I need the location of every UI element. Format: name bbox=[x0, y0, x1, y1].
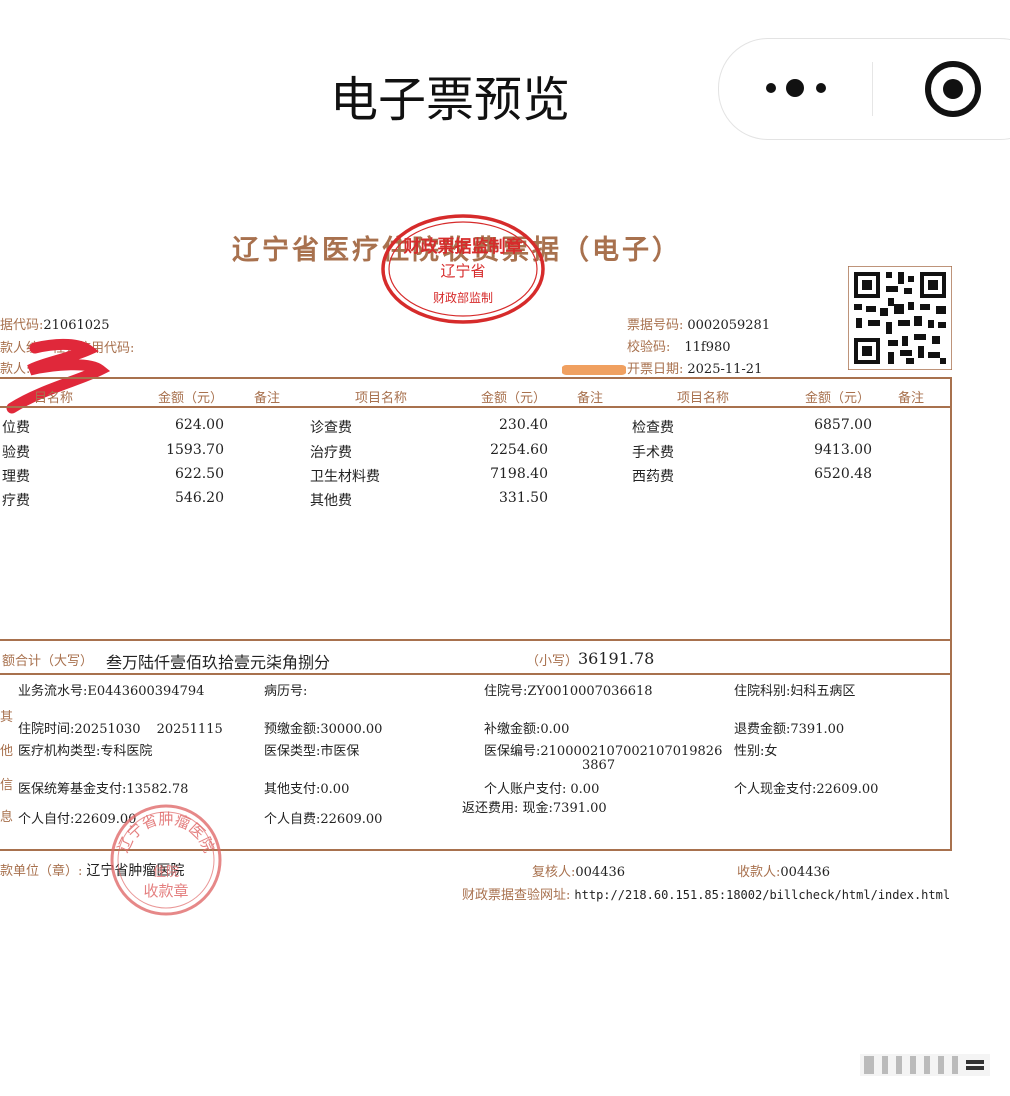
svg-text:住院: 住院 bbox=[153, 865, 179, 880]
total-small-value: 36191.78 bbox=[578, 649, 655, 668]
item-name: 理费 bbox=[2, 469, 30, 485]
insurance-no-cont: 3867 bbox=[582, 758, 616, 773]
header-item-name: 项目名称 bbox=[677, 391, 730, 406]
item-name: 疗费 bbox=[2, 493, 30, 509]
svg-text:财政部监制: 财政部监制 bbox=[433, 290, 493, 305]
header-amount: 金额（元） bbox=[481, 391, 547, 406]
item-name: 验费 bbox=[2, 445, 30, 461]
system-bar-icon bbox=[860, 1054, 990, 1076]
svg-text:辽宁省肿瘤医院: 辽宁省肿瘤医院 bbox=[114, 810, 218, 855]
admission-row: 住院号:ZY0010007036618 bbox=[484, 684, 653, 699]
verify-url-row: 财政票据查验网址: http://218.60.151.85:18002/bill… bbox=[462, 888, 951, 903]
item-amount: 230.40 bbox=[499, 417, 548, 433]
more-dots-icon[interactable] bbox=[760, 78, 830, 98]
insurance-no-row: 医保编号:210000210700210701982​6 bbox=[484, 744, 723, 759]
serial-row: 业务流水号:E0443600394794 bbox=[18, 684, 205, 699]
total-uppercase-label: 额合计（大写） bbox=[2, 654, 94, 669]
bill-number-label: 票据号码: bbox=[627, 318, 684, 333]
bill-code-value: 21061025 bbox=[43, 318, 110, 333]
check-code-label: 校验码: bbox=[627, 340, 671, 355]
item-name: 检查费 bbox=[632, 420, 674, 436]
svg-text:财政票据监制章: 财政票据监制章 bbox=[403, 236, 523, 257]
item-amount: 7198.40 bbox=[490, 466, 548, 482]
item-name: 位费 bbox=[2, 420, 30, 436]
svg-text:收款章: 收款章 bbox=[143, 882, 188, 900]
item-name: 西药费 bbox=[632, 469, 674, 485]
side-char: 他 bbox=[0, 744, 14, 759]
item-amount: 624.00 bbox=[175, 417, 224, 433]
bill-number-value: 0002059281 bbox=[687, 318, 771, 333]
item-name: 治疗费 bbox=[310, 445, 352, 461]
header-note: 备注 bbox=[898, 391, 925, 406]
return-row: 返还费用: 现金:7391.00 bbox=[462, 801, 607, 816]
item-name: 诊查费 bbox=[310, 420, 352, 436]
supplement-row: 补缴金额:0.00 bbox=[484, 722, 570, 737]
total-uppercase-value: 叁万陆仟壹佰玖拾壹元柒角捌分 bbox=[106, 653, 331, 672]
header-amount: 金额（元） bbox=[158, 391, 224, 406]
page-title: 电子票预览 bbox=[330, 72, 571, 128]
cash-pay-row: 个人现金支付:22609.00 bbox=[734, 782, 879, 797]
issue-date-row: 开票日期: 2025-11-21 bbox=[627, 358, 762, 377]
hospital-seal-stamp: 辽宁省肿瘤医院 住院 收款章 bbox=[110, 804, 222, 916]
item-amount: 2254.60 bbox=[490, 442, 548, 458]
verify-url-link[interactable]: http://218.60.151.85:18002/billcheck/htm… bbox=[574, 888, 950, 902]
capsule-divider bbox=[872, 62, 873, 116]
period-row: 住院时间:20251030 20251115 bbox=[18, 722, 223, 737]
side-char: 其 bbox=[0, 710, 14, 725]
payee-row: 收款人:004436 bbox=[737, 865, 831, 880]
item-amount: 622.50 bbox=[175, 466, 224, 482]
svg-text:辽宁省: 辽宁省 bbox=[440, 262, 485, 280]
other-pay-row: 其他支付:0.00 bbox=[264, 782, 350, 797]
item-name: 卫生材料费 bbox=[310, 469, 380, 485]
item-amount: 6857.00 bbox=[814, 417, 872, 433]
prepay-row: 预缴金额:30000.00 bbox=[264, 722, 383, 737]
header-amount: 金额（元） bbox=[805, 391, 871, 406]
item-name: 手术费 bbox=[632, 445, 674, 461]
issue-date-value: 2025-11-21 bbox=[687, 362, 763, 377]
record-row: 病历号: bbox=[264, 684, 308, 699]
item-amount: 6520.48 bbox=[814, 466, 872, 482]
reviewer-row: 复核人:004436 bbox=[532, 865, 626, 880]
item-amount: 331.50 bbox=[499, 490, 548, 506]
target-circle-icon[interactable] bbox=[924, 60, 982, 118]
header-note: 备注 bbox=[577, 391, 604, 406]
qr-code-icon bbox=[848, 266, 952, 370]
redaction-mark bbox=[562, 365, 626, 375]
refund-row: 退费金额:7391.00 bbox=[734, 722, 845, 737]
header-note: 备注 bbox=[254, 391, 281, 406]
finance-seal-stamp: 财政票据监制章 辽宁省 财政部监制 bbox=[381, 214, 545, 324]
insurance-type-row: 医保类型:市医保 bbox=[264, 744, 360, 759]
item-amount: 9413.00 bbox=[814, 442, 872, 458]
total-small-label: （小写） bbox=[526, 654, 579, 669]
item-name: 其他费 bbox=[310, 493, 352, 509]
account-pay-row: 个人账户支付: 0.00 bbox=[484, 782, 600, 797]
item-amount: 546.20 bbox=[175, 490, 224, 506]
header-item-name: 项目名称 bbox=[355, 391, 408, 406]
self-fee-row: 个人自费:22609.00 bbox=[264, 812, 383, 827]
gender-row: 性别:女 bbox=[734, 744, 778, 759]
issue-date-label: 开票日期: bbox=[627, 362, 684, 377]
bill-number-row: 票据号码: 0002059281 bbox=[627, 314, 770, 333]
item-amount: 1593.70 bbox=[166, 442, 224, 458]
side-char: 信 bbox=[0, 778, 14, 793]
fund-pay-row: 医保统筹基金支付:13582.78 bbox=[18, 782, 189, 797]
org-type-row: 医疗机构类型:专科医院 bbox=[18, 744, 153, 759]
dept-row: 住院科别:妇科五病区 bbox=[734, 684, 856, 699]
header-item-name: 目名称 bbox=[34, 391, 74, 406]
bill-code-label: 据代码: bbox=[0, 318, 44, 333]
side-char: 息 bbox=[0, 810, 14, 825]
check-code-value: 11f980 bbox=[684, 340, 731, 355]
check-code-row: 校验码: 11f980 bbox=[627, 336, 731, 355]
bill-code-row: 据代码:21061025 bbox=[0, 314, 110, 333]
